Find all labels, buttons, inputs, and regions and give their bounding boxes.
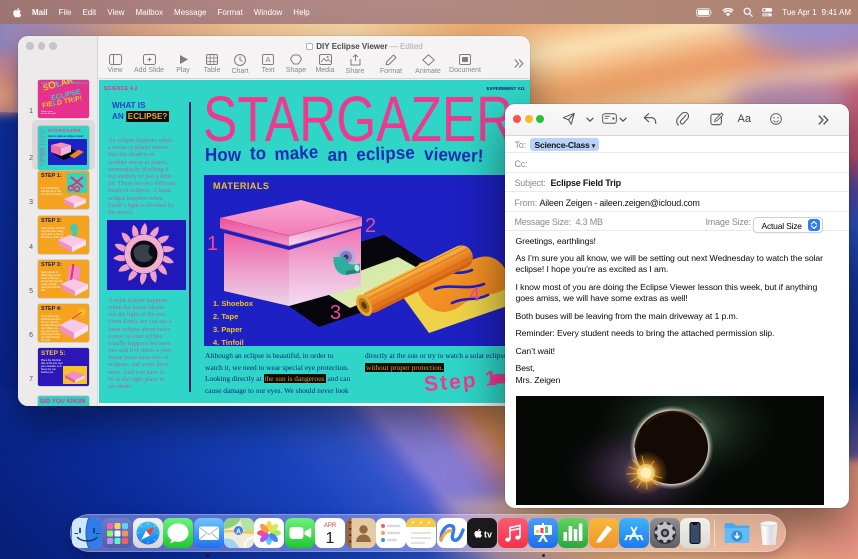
svg-text:APR: APR xyxy=(324,523,337,529)
svg-text:1: 1 xyxy=(326,530,335,547)
svg-text:A: A xyxy=(236,529,241,536)
svg-text:tv: tv xyxy=(484,530,492,540)
svg-text:A: A xyxy=(265,55,270,64)
